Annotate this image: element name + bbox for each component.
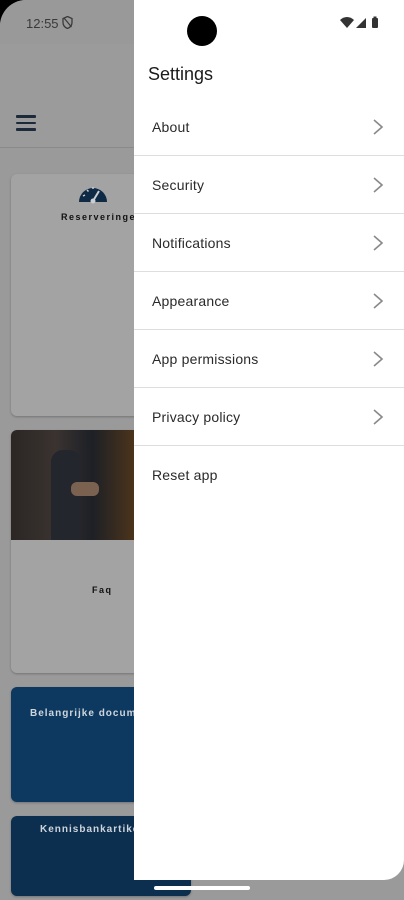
shield-icon	[62, 16, 73, 29]
gesture-nav-handle[interactable]	[154, 886, 250, 890]
drawer-title: Settings	[148, 64, 214, 84]
wifi-icon	[340, 17, 354, 28]
menu-item-label: Appearance	[152, 292, 230, 309]
signal-icon	[356, 18, 366, 28]
menu-item-label: App permissions	[152, 350, 259, 367]
chevron-right-icon	[373, 409, 384, 425]
reservations-card-title: Reserveringen	[61, 212, 144, 222]
menu-icon[interactable]	[16, 115, 36, 131]
menu-item-label: Security	[152, 176, 205, 193]
menu-item-app-permissions[interactable]: App permissions	[134, 330, 404, 388]
chevron-right-icon	[373, 293, 384, 309]
menu-item-label: Notifications	[152, 234, 231, 251]
menu-item-privacy-policy[interactable]: Privacy policy	[134, 388, 404, 446]
settings-menu: About Security Notifications Appearance …	[134, 98, 404, 504]
chevron-right-icon	[373, 177, 384, 193]
chevron-right-icon	[373, 119, 384, 135]
status-time: 12:55	[26, 16, 59, 31]
menu-item-label: Reset app	[152, 467, 218, 483]
battery-icon	[372, 18, 378, 28]
menu-item-reset-app[interactable]: Reset app	[134, 446, 404, 504]
chevron-right-icon	[373, 235, 384, 251]
front-camera	[187, 16, 217, 46]
speedometer-icon	[79, 187, 107, 204]
status-icons	[340, 16, 378, 28]
menu-item-label: Privacy policy	[152, 408, 241, 425]
menu-item-notifications[interactable]: Notifications	[134, 214, 404, 272]
menu-item-security[interactable]: Security	[134, 156, 404, 214]
menu-item-label: About	[152, 118, 190, 135]
menu-item-about[interactable]: About	[134, 98, 404, 156]
faq-card-title: Faq	[92, 585, 113, 595]
menu-item-appearance[interactable]: Appearance	[134, 272, 404, 330]
chevron-right-icon	[373, 351, 384, 367]
